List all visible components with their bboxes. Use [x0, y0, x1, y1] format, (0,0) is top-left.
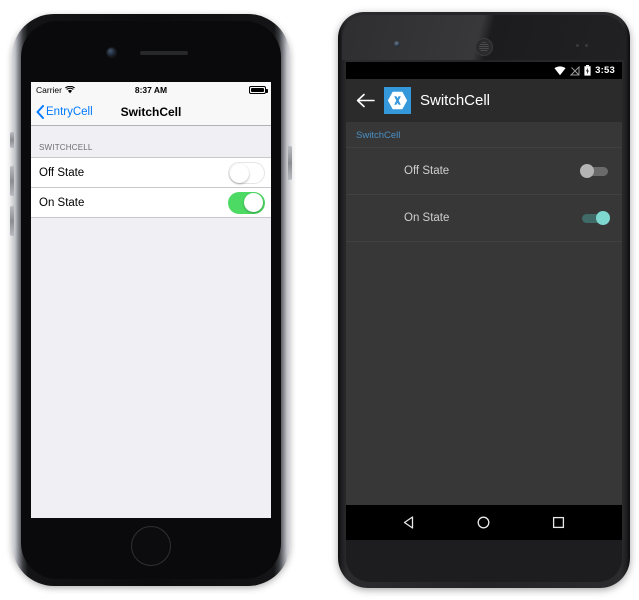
back-button-label: EntryCell [46, 105, 93, 118]
ios-table-view: SWITCHCELL Off State On State [31, 126, 271, 518]
android-list: SwitchCell Off State On State [346, 122, 622, 505]
volume-down-button[interactable] [10, 206, 14, 236]
list-item[interactable]: Off State [346, 147, 622, 194]
wifi-icon [554, 65, 566, 75]
proximity-sensors-icon [576, 44, 594, 48]
android-device: 3:53 SwitchCell SwitchCell Off State On … [338, 12, 630, 588]
android-bottom-bezel [346, 540, 622, 582]
toggle-switch-on-icon[interactable] [228, 191, 265, 214]
iphone-screen: Carrier 8:37 AM EntryCell SwitchCell SWI… [31, 82, 271, 518]
table-row[interactable]: On State [31, 187, 271, 218]
battery-level [251, 88, 264, 92]
home-button[interactable] [131, 526, 171, 566]
nav-home-circle-icon[interactable] [476, 515, 491, 530]
no-signal-icon [570, 65, 580, 75]
carrier-label: Carrier [36, 85, 62, 95]
chevron-left-icon [36, 104, 44, 119]
android-screen: 3:53 SwitchCell SwitchCell Off State On … [346, 62, 622, 540]
arrow-left-icon[interactable] [356, 93, 375, 108]
toggle-switch-off-icon[interactable] [580, 164, 610, 178]
row-label: Off State [404, 165, 450, 177]
switch-knob [244, 193, 263, 212]
android-toolbar: SwitchCell [346, 79, 622, 122]
earpiece-speaker-icon [475, 38, 493, 56]
battery-charging-icon [584, 65, 591, 76]
android-status-bar: 3:53 [346, 62, 622, 79]
toggle-switch-off-icon[interactable] [228, 161, 265, 184]
front-camera-icon [107, 48, 116, 57]
earpiece-speaker-icon [140, 51, 188, 55]
switch-thumb [580, 164, 594, 178]
silent-switch[interactable] [10, 132, 14, 148]
section-header: SwitchCell [356, 130, 401, 141]
iphone-device: Carrier 8:37 AM EntryCell SwitchCell SWI… [10, 14, 292, 586]
battery-icon [249, 86, 268, 94]
power-button[interactable] [288, 146, 292, 180]
switch-knob [230, 163, 249, 183]
row-label: On State [39, 196, 85, 209]
nav-recents-square-icon[interactable] [551, 515, 566, 530]
wifi-icon [65, 86, 75, 94]
xamarin-logo-icon [384, 87, 411, 114]
section-header: SWITCHCELL [39, 143, 93, 152]
ios-status-left: Carrier [36, 85, 75, 95]
list-item[interactable]: On State [346, 194, 622, 242]
row-label: Off State [39, 166, 85, 179]
ios-status-bar: Carrier 8:37 AM [31, 82, 271, 98]
ios-nav-bar: EntryCell SwitchCell [31, 98, 271, 126]
android-clock: 3:53 [595, 65, 615, 76]
toggle-switch-on-icon[interactable] [580, 211, 610, 225]
row-label: On State [404, 212, 450, 224]
switch-thumb [596, 211, 610, 225]
android-navigation-bar [346, 505, 622, 540]
ios-status-right [249, 86, 268, 94]
back-button[interactable]: EntryCell [36, 104, 93, 119]
table-row[interactable]: Off State [31, 157, 271, 187]
nav-back-triangle-icon[interactable] [402, 515, 417, 530]
front-camera-icon [394, 41, 400, 47]
toolbar-title: SwitchCell [420, 92, 491, 109]
volume-up-button[interactable] [10, 166, 14, 196]
